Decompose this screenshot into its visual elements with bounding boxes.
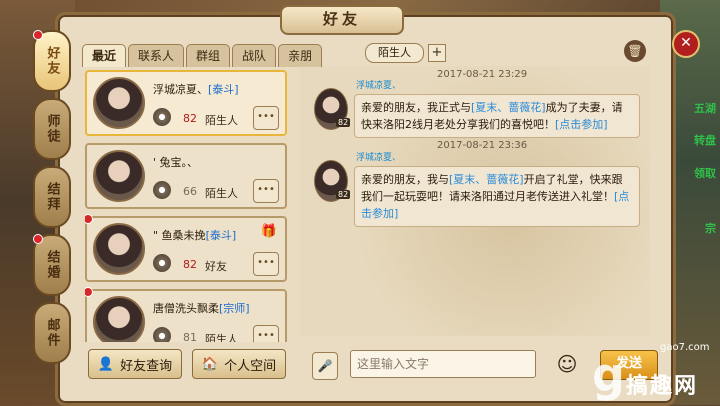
friend-level: 82 <box>183 258 197 271</box>
class-icon: ◎ <box>153 327 171 342</box>
nav-item-friends[interactable]: 好友 <box>33 30 71 92</box>
nav-item-mail[interactable]: 邮件 <box>33 302 71 364</box>
close-button[interactable]: ✕ <box>672 30 700 58</box>
avatar <box>93 296 145 342</box>
nav-label: 师徒 <box>44 114 60 144</box>
close-icon: ✕ <box>680 35 692 51</box>
message-bubble: 亲爱的朋友，我与[夏末、蔷薇花]开启了礼堂，快来跟我们一起玩耍吧！请来洛阳通过月… <box>354 166 640 227</box>
message-timestamp: 2017-08-21 23:36 <box>437 140 528 151</box>
friend-card[interactable]: ' 兔宝。、 ◎ 66 陌生人 ••• <box>85 143 287 209</box>
class-icon: ◎ <box>153 108 171 126</box>
friend-card[interactable]: 浮城凉夏、[泰斗] ◎ 82 陌生人 ••• <box>85 70 287 136</box>
tab-team[interactable]: 战队 <box>232 44 277 67</box>
chat-header: 陌生人 + <box>365 43 446 63</box>
message-sender: 浮城凉夏、 <box>356 153 402 163</box>
friend-tabs: 最近 联系人 群组 战队 亲朋 <box>82 44 324 67</box>
gift-icon[interactable]: 🎁 <box>261 224 277 239</box>
more-button[interactable]: ••• <box>253 325 279 342</box>
emoji-button[interactable]: ☺ <box>550 350 584 378</box>
class-icon: ◎ <box>153 181 171 199</box>
nav-label: 邮件 <box>44 318 60 348</box>
hud-text[interactable]: 转盘 <box>694 132 716 148</box>
friend-relation: 陌生人 <box>205 333 238 342</box>
tab-contacts[interactable]: 联系人 <box>128 44 185 67</box>
friend-search-button[interactable]: 👤 好友查询 <box>88 349 182 379</box>
panel-title: 好友 <box>280 5 404 35</box>
friend-name: " 鱼桑未挽[泰斗] <box>153 229 237 242</box>
friend-name: 浮城凉夏、[泰斗] <box>153 83 239 96</box>
tab-relatives[interactable]: 亲朋 <box>278 44 323 67</box>
hud-text[interactable]: 领取 <box>694 165 716 181</box>
tab-recent[interactable]: 最近 <box>82 44 127 67</box>
nav-item-master[interactable]: 师徒 <box>33 98 71 160</box>
nav-label: 结拜 <box>44 182 60 212</box>
more-button[interactable]: ••• <box>253 106 279 130</box>
class-icon: ◎ <box>153 254 171 272</box>
notification-dot <box>85 287 93 297</box>
smiley-icon: ☺ <box>556 352 578 376</box>
person-icon: 👤 <box>97 356 115 372</box>
microphone-icon: 🎤 <box>317 359 333 373</box>
friend-relation: 陌生人 <box>205 187 238 200</box>
tab-groups[interactable]: 群组 <box>186 44 231 67</box>
avatar <box>93 223 145 275</box>
friend-level: 82 <box>183 112 197 125</box>
message-input[interactable]: 这里输入文字 <box>350 350 536 378</box>
chat-target-chip[interactable]: 陌生人 <box>365 43 424 63</box>
delete-button[interactable]: 🗑 <box>624 40 646 62</box>
join-link[interactable]: [点击参加] <box>555 118 608 131</box>
friend-card[interactable]: 唐僧洗头飘柔[宗师] ◎ 81 陌生人 ••• <box>85 287 287 342</box>
personal-space-button[interactable]: 🏠 个人空间 <box>192 349 286 379</box>
add-button[interactable]: + <box>428 44 446 62</box>
hud-text[interactable]: 五湖 <box>694 100 716 116</box>
nav-item-sworn[interactable]: 结拜 <box>33 166 71 228</box>
friend-card[interactable]: " 鱼桑未挽[泰斗] 🎁 ◎ 82 好友 ••• <box>85 214 287 282</box>
home-icon: 🏠 <box>201 356 219 372</box>
avatar-level: 82 <box>336 190 351 199</box>
message-sender: 浮城凉夏、 <box>356 81 402 91</box>
watermark-name: 搞趣网 <box>626 374 699 399</box>
message-bubble: 亲爱的朋友，我正式与[夏末、蔷薇花]成为了夫妻，请快来洛阳2线月老处分享我们的喜… <box>354 94 640 138</box>
avatar <box>93 77 145 129</box>
nav-item-marriage[interactable]: 结婚 <box>33 234 71 296</box>
avatar <box>93 150 145 202</box>
friend-name: 唐僧洗头飘柔[宗师] <box>153 302 250 315</box>
more-button[interactable]: ••• <box>253 252 279 276</box>
chat-area[interactable]: 2017-08-21 23:29 82 浮城凉夏、 亲爱的朋友，我正式与[夏末、… <box>300 66 650 336</box>
notification-dot <box>85 214 93 224</box>
message-timestamp: 2017-08-21 23:29 <box>437 69 528 80</box>
watermark-site: gao7.com <box>660 342 710 353</box>
vertical-nav: 好友 师徒 结拜 结婚 邮件 <box>33 30 73 370</box>
nav-label: 结婚 <box>44 250 60 280</box>
notification-dot <box>33 234 43 244</box>
friend-level: 81 <box>183 331 197 342</box>
nav-label: 好友 <box>44 46 60 76</box>
voice-button[interactable]: 🎤 <box>312 352 338 380</box>
friend-list[interactable]: 浮城凉夏、[泰斗] ◎ 82 陌生人 ••• ' 兔宝。、 ◎ 66 陌生人 •… <box>85 70 288 342</box>
friend-relation: 好友 <box>205 260 227 273</box>
friend-name: ' 兔宝。、 <box>153 156 199 169</box>
friend-level: 66 <box>183 185 197 198</box>
friend-relation: 陌生人 <box>205 114 238 127</box>
more-button[interactable]: ••• <box>253 179 279 203</box>
notification-dot <box>33 30 43 40</box>
avatar-level: 82 <box>336 118 351 127</box>
hud-text[interactable]: 宗 <box>705 220 716 236</box>
watermark-logo: g <box>592 348 625 402</box>
trash-icon: 🗑 <box>627 44 643 58</box>
